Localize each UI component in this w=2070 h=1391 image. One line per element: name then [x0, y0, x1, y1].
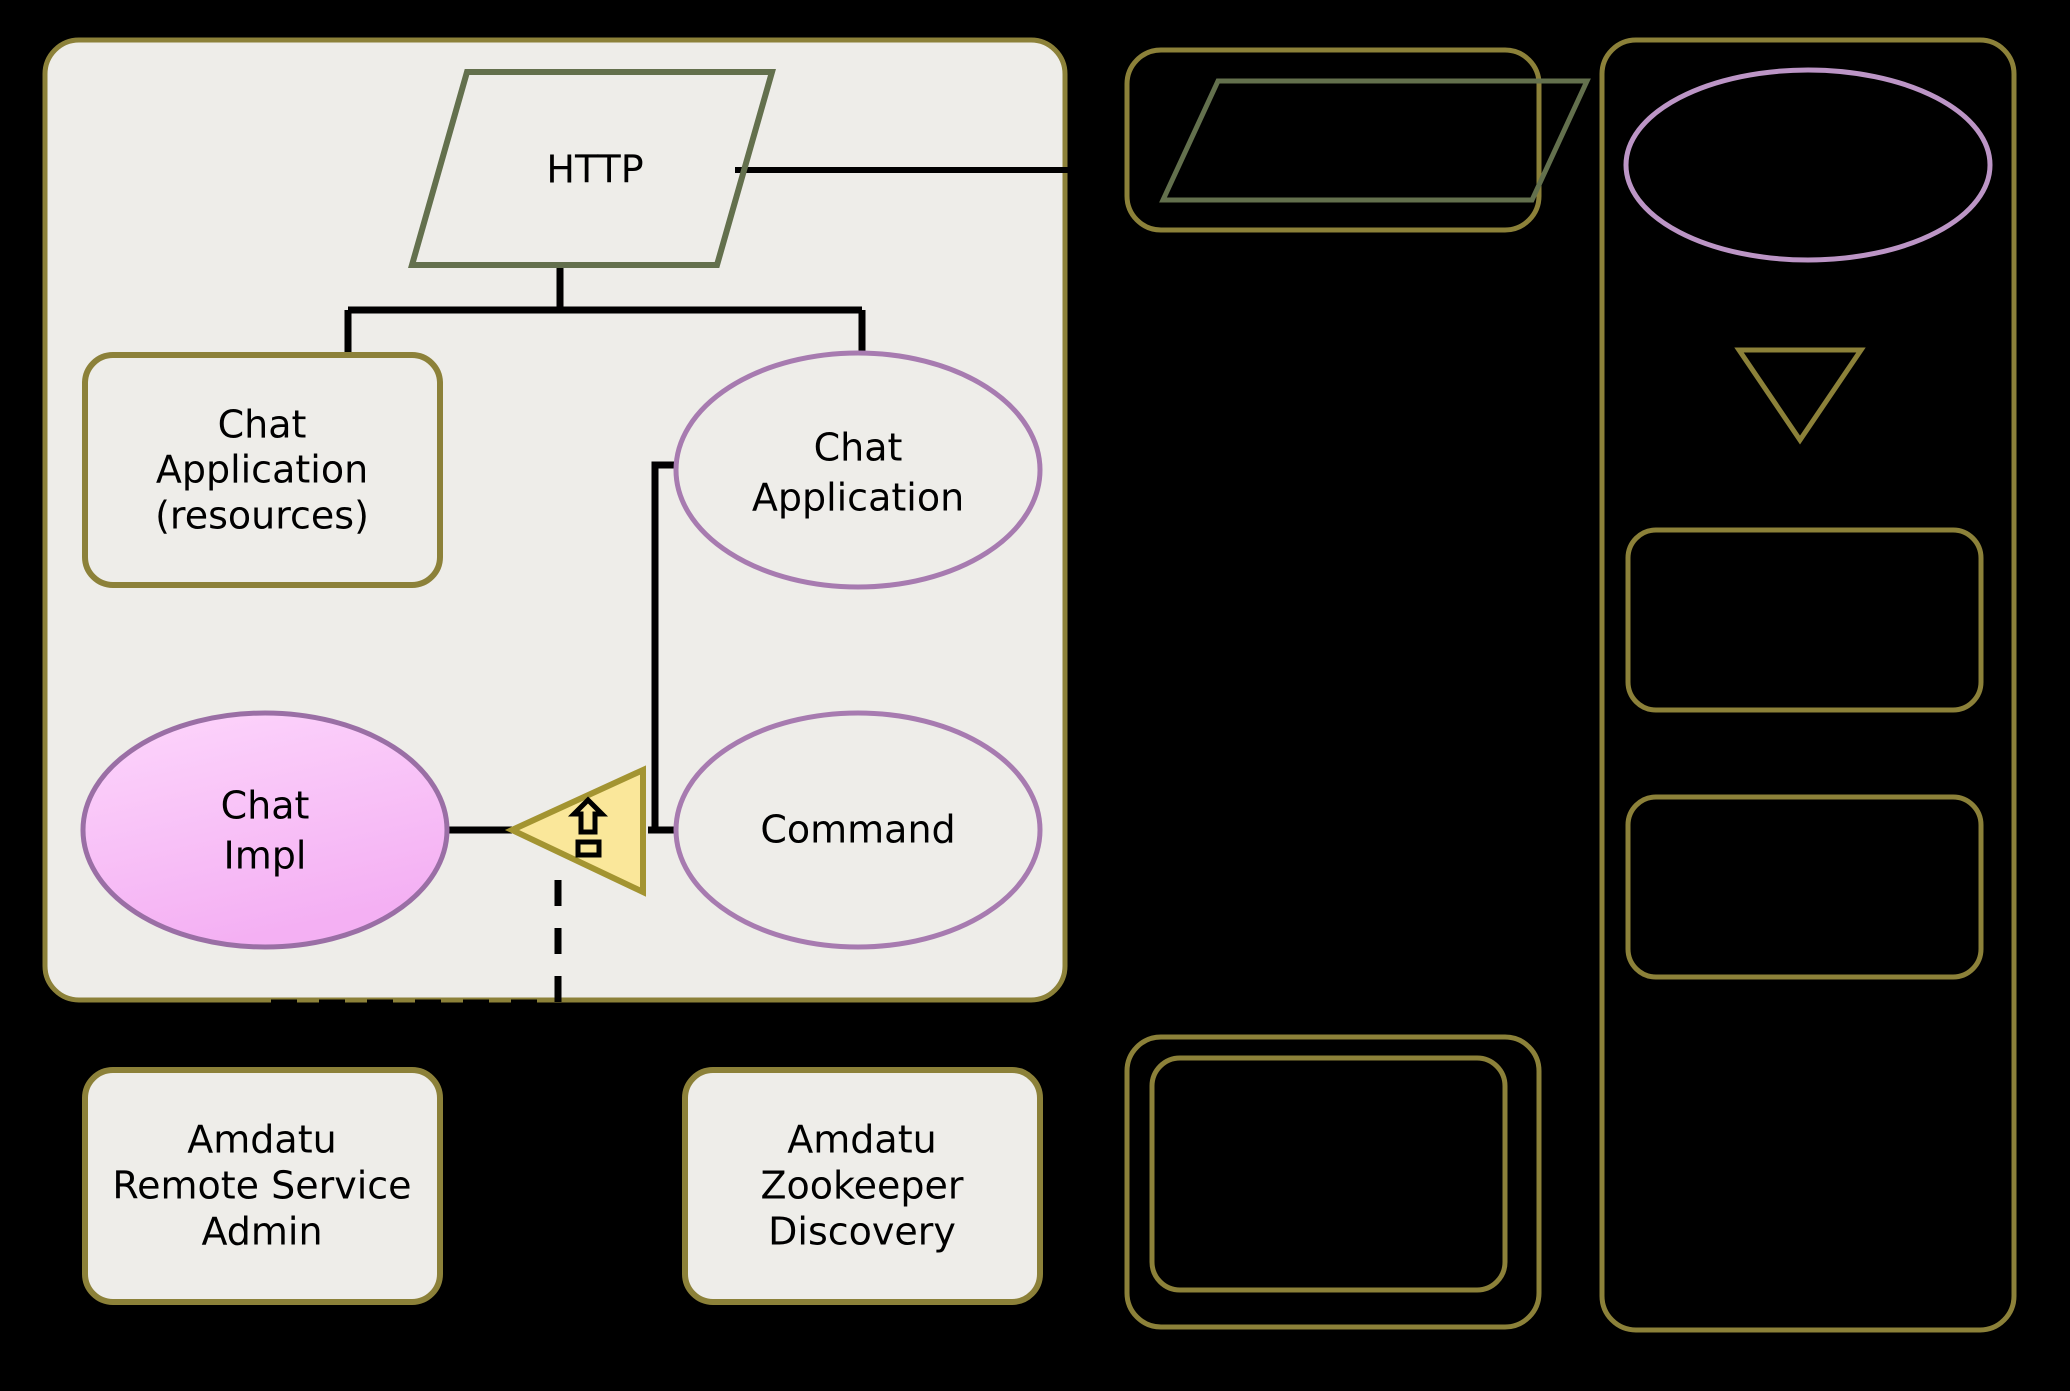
- diagram-canvas: HTTP Chat Application (resources) Chat A…: [0, 0, 2070, 1391]
- legend-rounded-rect-middle-lower-shape: [1149, 1055, 1508, 1293]
- chat-application-line-1: Chat: [814, 426, 903, 470]
- right-legend-panel: [1599, 37, 2017, 1333]
- command-interface[interactable]: Command: [673, 710, 1043, 950]
- chat-application-line-2: Application: [752, 476, 964, 520]
- chat-impl-line-2: Impl: [224, 834, 307, 878]
- middle-legend-panel: [1124, 47, 1591, 233]
- amdatu-zookeeper-discovery-bundle[interactable]: Amdatu Zookeeper Discovery: [682, 1067, 1043, 1305]
- chat-impl-line-1: Chat: [221, 784, 310, 828]
- chat-application-resources-bundle[interactable]: Chat Application (resources): [82, 352, 443, 588]
- zookeeper-line-3: Discovery: [768, 1210, 956, 1254]
- chat-app-resources-line-2: Application: [156, 448, 368, 492]
- chat-app-resources-line-1: Chat: [218, 403, 307, 447]
- legend-rounded-rect-lower-shape: [1625, 794, 1984, 980]
- chat-application-interface[interactable]: Chat Application: [673, 350, 1043, 590]
- right-legend-panel-frame: [1599, 37, 2017, 1333]
- middle-legend-lower-panel-frame: [1124, 1034, 1542, 1330]
- zookeeper-line-1: Amdatu: [787, 1118, 936, 1162]
- legend-parallelogram-shape: [1159, 78, 1591, 203]
- legend-ellipse-shape: [1623, 67, 1993, 263]
- chat-app-resources-line-3: (resources): [155, 494, 369, 538]
- remote-admin-line-1: Amdatu: [187, 1118, 336, 1162]
- http-label: HTTP: [546, 148, 643, 192]
- chat-application-ellipse-shape: [673, 350, 1043, 590]
- legend-triangle-down-shape: [1734, 347, 1866, 445]
- legend-rounded-rect-upper-shape: [1625, 527, 1984, 713]
- amdatu-remote-service-admin-bundle[interactable]: Amdatu Remote Service Admin: [82, 1067, 443, 1305]
- zookeeper-line-2: Zookeeper: [760, 1164, 963, 1208]
- remote-admin-line-2: Remote Service: [112, 1164, 411, 1208]
- command-label: Command: [760, 808, 955, 852]
- diagram-svg: HTTP Chat Application (resources) Chat A…: [42, 37, 2017, 1333]
- chat-impl-component[interactable]: Chat Impl: [80, 710, 450, 950]
- chat-impl-ellipse-shape: [80, 710, 450, 950]
- remote-admin-line-3: Admin: [201, 1210, 322, 1254]
- middle-legend-lower-panel: [1124, 1034, 1542, 1330]
